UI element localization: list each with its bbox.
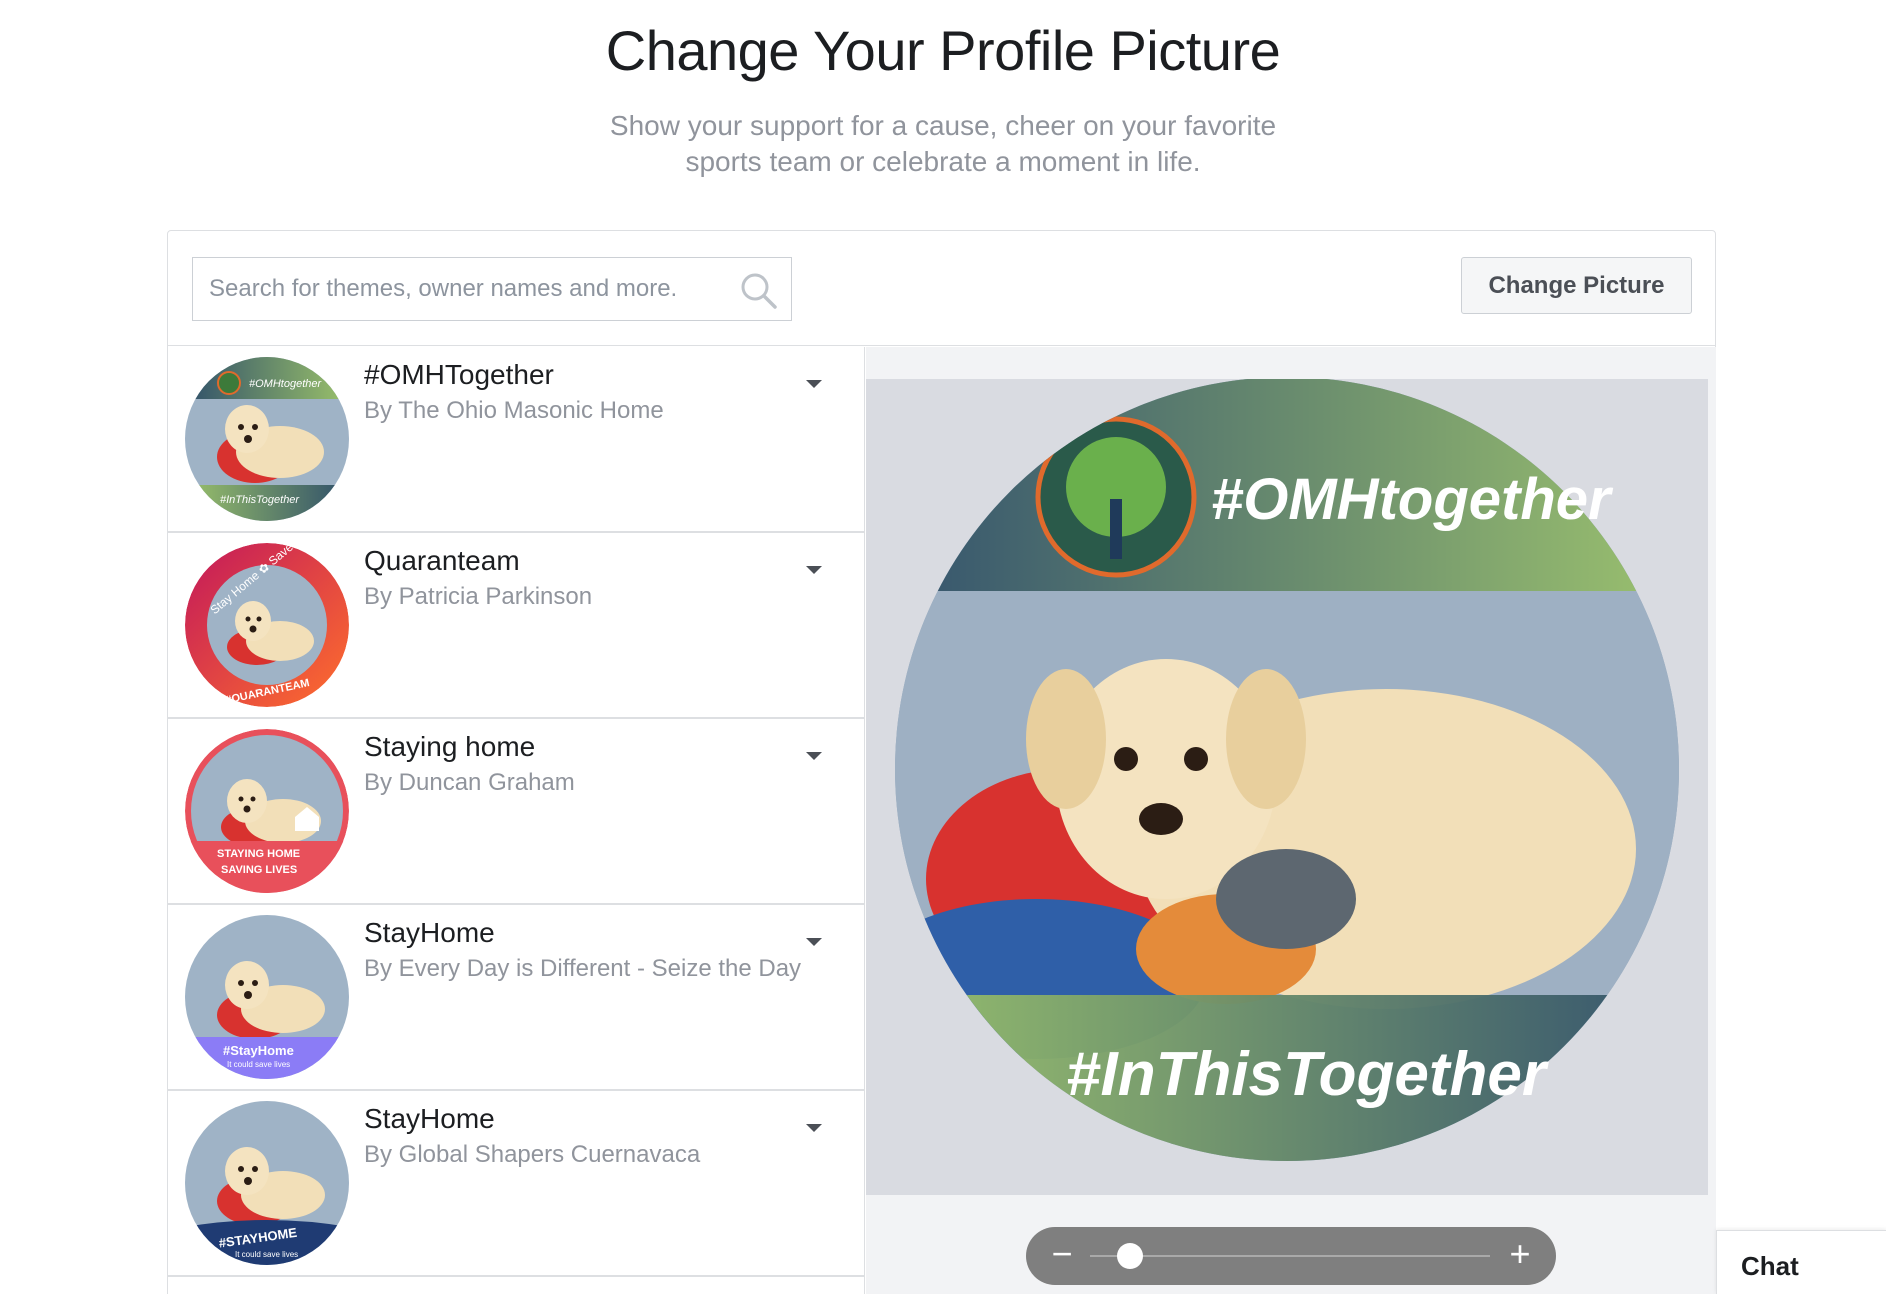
frame-title: #OMHTogether (364, 359, 554, 390)
page-subtitle: Show your support for a cause, cheer on … (543, 108, 1343, 180)
frame-title: StayHome (364, 917, 495, 948)
frame-owner: By Duncan Graham (364, 769, 575, 796)
frame-bottom-text: It could save lives (235, 1250, 298, 1259)
frame-thumbnail[interactable]: STAYING HOME SAVING LIVES (185, 729, 349, 893)
chat-tab[interactable]: Chat (1716, 1230, 1886, 1294)
frame-thumbnail[interactable]: #STAYHOME It could save lives (185, 1101, 349, 1265)
frame-title: Quaranteam (364, 545, 520, 576)
zoom-slider[interactable]: − + (1026, 1227, 1556, 1285)
chevron-down-icon[interactable] (802, 933, 826, 949)
toolbar: Change Picture (168, 231, 1715, 346)
frame-thumbnail[interactable]: Stay Home ✿ Save Lives #QUARANTEAM (185, 543, 349, 707)
zoom-in-button[interactable]: + (1502, 1236, 1538, 1273)
frame-owner: By Global Shapers Cuernavaca (364, 1141, 701, 1168)
search-box[interactable] (192, 257, 792, 321)
zoom-slider-handle[interactable] (1117, 1243, 1143, 1269)
frame-item-quaranteam[interactable]: Stay Home ✿ Save Lives #QUARANTEAM Quara… (168, 533, 864, 719)
zoom-out-button[interactable]: − (1044, 1236, 1080, 1273)
zoom-track[interactable] (1090, 1255, 1490, 1257)
frame-bottom-text: It could save lives (227, 1060, 290, 1069)
frame-thumbnail[interactable]: #StayHome It could save lives (185, 915, 349, 1079)
page-subtitle-line-1: Show your support for a cause, cheer on … (609, 110, 1277, 141)
change-picture-button[interactable]: Change Picture (1461, 257, 1692, 314)
frame-owner: By Patricia Parkinson (364, 583, 593, 610)
frame-item-omhtogether[interactable]: #OMHtogether #InThisTogether #OMHTogethe… (168, 347, 864, 533)
preview-bottom-text: #InThisTogether (1066, 1040, 1549, 1109)
page-subtitle-line-2: sports team or celebrate a moment in lif… (685, 146, 1201, 177)
frame-top-text: #StayHome (223, 1043, 294, 1058)
chevron-down-icon[interactable] (802, 375, 826, 391)
frame-title: StayHome (364, 1103, 495, 1134)
frame-item-stayhome-cuernavaca[interactable]: #STAYHOME It could save lives StayHome B… (168, 1091, 864, 1277)
frame-top-text: STAYING HOME (217, 848, 300, 860)
frames-panel: Change Picture #OMHtogether # (167, 230, 1716, 1294)
chevron-down-icon[interactable] (802, 1119, 826, 1135)
frame-owner: By The Ohio Masonic Home (364, 397, 664, 424)
preview-area: #OMHtogether #InThisTogether − + (866, 347, 1716, 1294)
frame-item-staying-home[interactable]: STAYING HOME SAVING LIVES Staying home B… (168, 719, 864, 905)
chevron-down-icon[interactable] (802, 747, 826, 763)
frame-bottom-text: SAVING LIVES (221, 864, 297, 876)
frame-owner: By Every Day is Different - Seize the Da… (364, 955, 802, 982)
frame-top-text: #OMHtogether (249, 378, 322, 390)
search-icon[interactable] (738, 270, 778, 310)
page-title: Change Your Profile Picture (605, 19, 1281, 82)
frame-title: Staying home (364, 731, 536, 762)
preview-top-text: #OMHtogether (1211, 467, 1614, 532)
frame-item-stayhome-everyday[interactable]: #StayHome It could save lives StayHome B… (168, 905, 864, 1091)
search-input[interactable] (209, 258, 729, 320)
frame-list: #OMHtogether #InThisTogether #OMHTogethe… (168, 347, 865, 1294)
profile-preview[interactable]: #OMHtogether #InThisTogether (866, 379, 1708, 1195)
chevron-down-icon[interactable] (802, 561, 826, 577)
frame-bottom-text: #InThisTogether (220, 494, 300, 506)
chat-label: Chat (1741, 1251, 1799, 1281)
frame-thumbnail[interactable]: #OMHtogether #InThisTogether (185, 357, 349, 521)
